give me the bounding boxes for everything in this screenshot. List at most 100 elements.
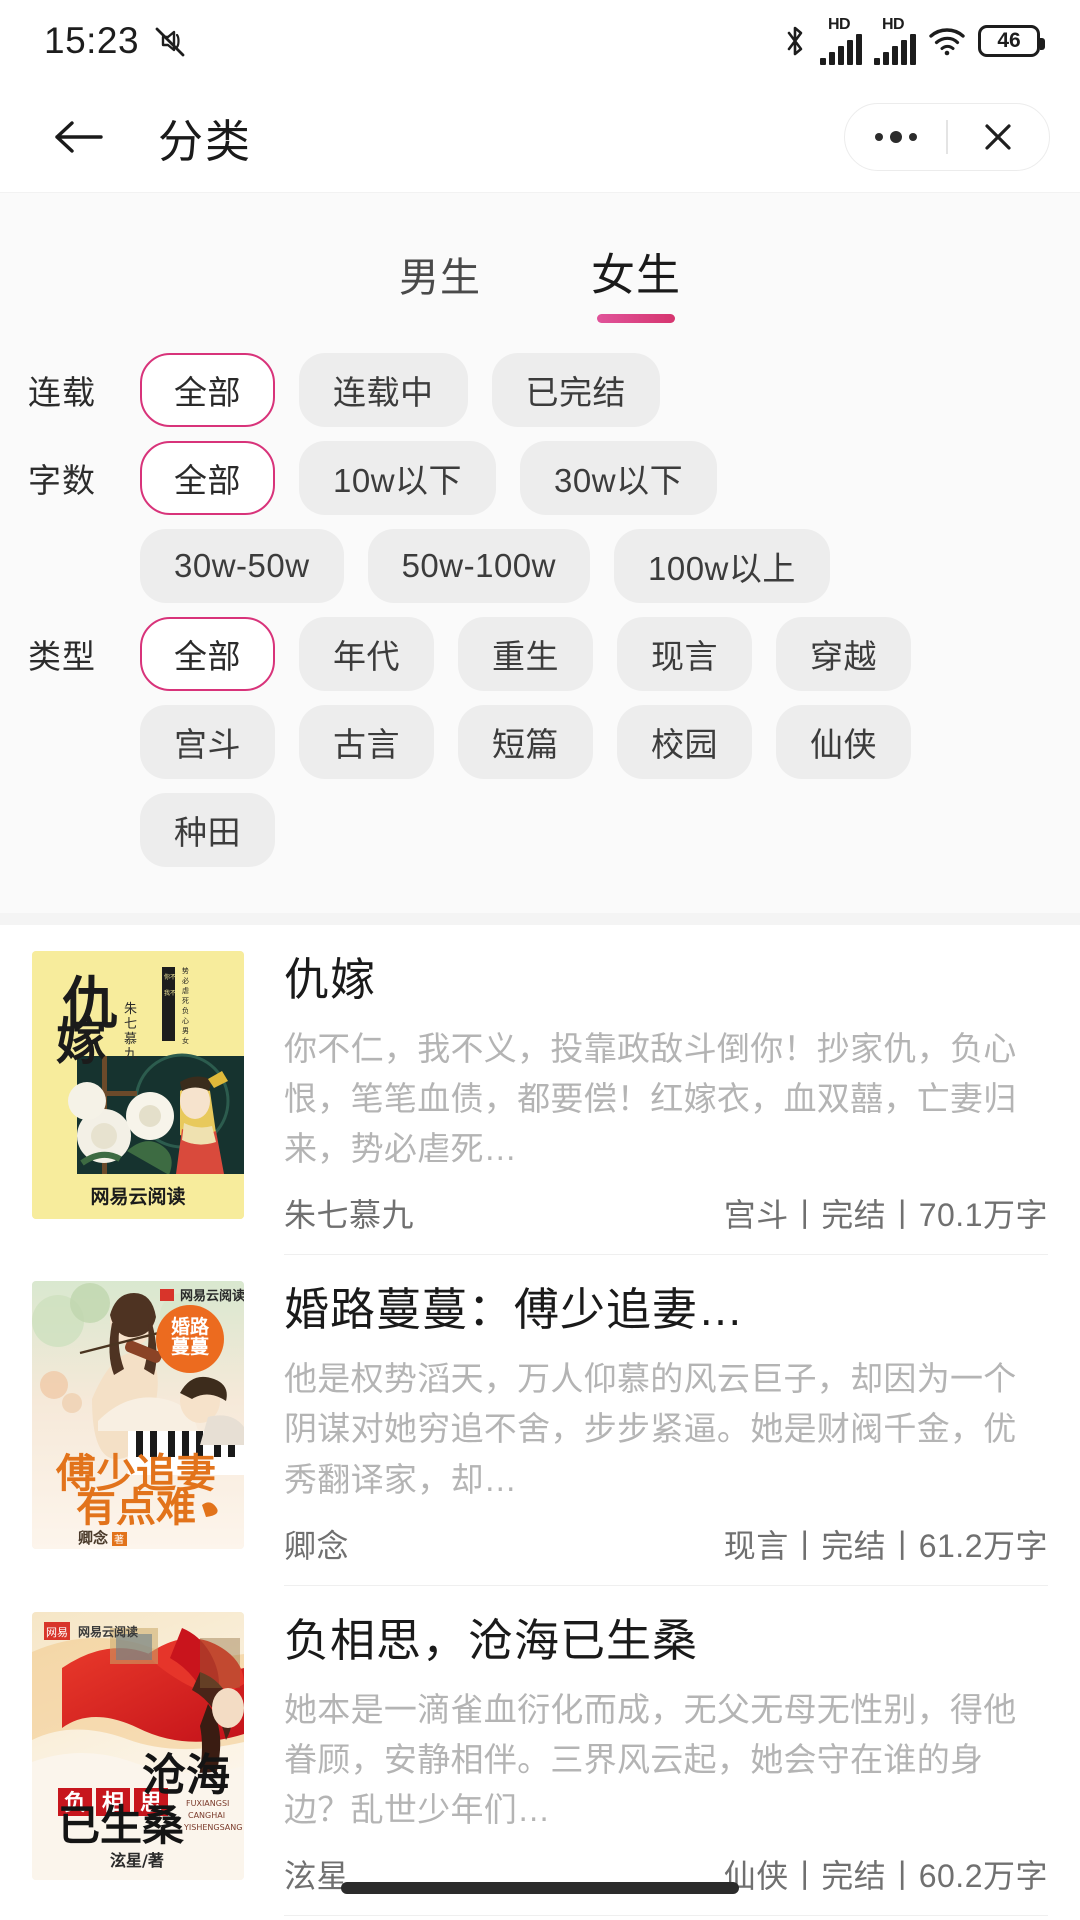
tab-male[interactable]: 男生 [399,245,481,323]
book-info: 负相思，沧海已生桑 她本是一滴雀血衍化而成，无父无母无性别，得他眷顾，安静相伴。… [284,1612,1048,1917]
svg-text:七: 七 [124,1017,137,1032]
status-clock: 15:23 [44,20,140,61]
cover-art-2: 婚路 蔓蔓 网易云阅读 傅少追妻 有点难 卿念 著 [32,1281,244,1550]
filter-chips-wordcount-1: 全部 10w以下 30w以下 [140,441,718,515]
svg-text:女: 女 [182,1036,189,1045]
battery-icon: 46 [978,25,1045,57]
book-description: 你不仁，我不义，投靠政敌斗倒你！抄家仇，负心恨，笔笔血债，都要偿！红嫁衣，血双囍… [284,1029,1017,1168]
svg-text:网易云阅读: 网易云阅读 [90,1185,185,1208]
chip-genre-zhongtian[interactable]: 种田 [140,793,275,867]
book-description: 她本是一滴雀血衍化而成，无父无母无性别，得他眷顾，安静相伴。三界风云起，她会守在… [284,1690,1017,1828]
chip-genre-niandai[interactable]: 年代 [299,617,434,691]
svg-text:网易云阅读: 网易云阅读 [78,1624,138,1639]
wifi-icon [928,26,966,56]
svg-text:有点难: 有点难 [76,1485,196,1531]
status-bar-right: HD HD 46 [782,16,1045,65]
book-description: 他是权势滔天，万人仰慕的风云巨子，却因为一个阴谋对她穷追不舍，步步紧逼。她是财阀… [284,1360,1017,1498]
book-list-item[interactable]: 仇 嫁 朱七慕九 你不仁 我不义 势必虐死负心男女 网易云阅读 仇嫁 你不仁，我不… [0,925,1080,1256]
svg-text:卿念: 卿念 [78,1529,108,1547]
book-tags: 宫斗丨完结丨70.1万字 [723,1197,1048,1234]
gender-tabs: 男生 女生 [0,193,1080,339]
chip-genre-chuanyue[interactable]: 穿越 [776,617,911,691]
status-bar-left: 15:23 [44,20,187,62]
book-cover-fuxiangsi: 网易 网易云阅读 负 相 思 沧海 已生桑 FUXIANGSI CANGHAI … [32,1611,244,1880]
cover-art-1: 仇 嫁 朱七慕九 你不仁我不义 势必虐死负心男女 网易云阅读 [32,951,244,1219]
chip-wordcount-under10w[interactable]: 10w以下 [299,441,497,515]
book-author: 卿念 [284,1527,350,1564]
svg-text:男: 男 [182,1027,189,1035]
chip-genre-gongdou[interactable]: 宫斗 [140,705,275,779]
book-title: 婚路蔓蔓：傅少追妻… [284,1284,745,1336]
book-title: 仇嫁 [284,954,377,1005]
cover-art-3: 网易 网易云阅读 负 相 思 沧海 已生桑 FUXIANGSI CANGHAI … [32,1611,244,1880]
filter-row-genre-2: 宫斗 古言 短篇 校园 仙侠 [0,705,1080,779]
chip-serialization-all[interactable]: 全部 [140,353,275,427]
bluetooth-icon [782,24,808,58]
chip-wordcount-all[interactable]: 全部 [140,441,275,515]
filter-label-wordcount: 字数 [28,462,96,499]
home-indicator [341,1882,739,1894]
back-button[interactable] [46,105,110,169]
svg-text:沧海: 沧海 [142,1750,230,1801]
filter-chips-genre-2: 宫斗 古言 短篇 校园 仙侠 [140,705,911,779]
filter-chips-genre-1: 全部 年代 重生 现言 穿越 [140,617,911,691]
chip-serialization-ongoing[interactable]: 连载中 [299,353,468,427]
more-dots-icon [874,131,917,143]
battery-level: 46 [997,29,1021,52]
chip-genre-guyan[interactable]: 古言 [299,705,434,779]
svg-text:YISHENGSANG: YISHENGSANG [183,1823,242,1832]
svg-text:慕: 慕 [124,1032,137,1047]
chip-genre-xianyan[interactable]: 现言 [617,617,752,691]
book-list-item[interactable]: 婚路 蔓蔓 网易云阅读 傅少追妻 有点难 卿念 著 婚路蔓蔓：傅少追妻… 他是权… [0,1255,1080,1586]
filter-chips-serialization: 全部 连载中 已完结 [140,353,660,427]
book-meta: 朱七慕九 宫斗丨完结丨70.1万字 [284,1190,1048,1236]
filter-label-serialization: 连载 [28,374,96,411]
chip-wordcount-50w-100w[interactable]: 50w-100w [367,529,590,603]
svg-text:著: 著 [114,1533,124,1546]
chip-genre-chongsheng[interactable]: 重生 [458,617,593,691]
filter-chips-genre-3: 种田 [140,793,275,867]
svg-text:死: 死 [182,997,189,1005]
arrow-left-icon [55,121,103,153]
svg-text:负: 负 [182,1006,189,1015]
app-header: 分类 [0,82,1080,192]
chip-wordcount-30w-50w[interactable]: 30w-50w [140,529,344,603]
svg-text:网易: 网易 [46,1626,68,1639]
more-button[interactable] [845,104,946,170]
book-list-item[interactable]: 网易 网易云阅读 负 相 思 沧海 已生桑 FUXIANGSI CANGHAI … [0,1586,1080,1917]
section-divider [0,913,1080,925]
svg-text:心: 心 [182,1017,189,1025]
svg-text:嫁: 嫁 [56,1013,106,1071]
filter-row-genre: 类型 全部 年代 重生 现言 穿越 [0,617,1080,691]
book-info: 仇嫁 你不仁，我不义，投靠政敌斗倒你！抄家仇，负心恨，笔笔血债，都要偿！红嫁衣，… [284,951,1048,1256]
book-title: 负相思，沧海已生桑 [284,1614,699,1666]
mute-icon [151,23,187,59]
book-tags: 现言丨完结丨61.2万字 [723,1527,1048,1564]
signal-hd-2-icon: HD [874,16,916,65]
book-info: 婚路蔓蔓：傅少追妻… 他是权势滔天，万人仰慕的风云巨子，却因为一个阴谋对她穷追不… [284,1281,1048,1586]
book-author: 泫星 [284,1858,350,1895]
page-title: 分类 [158,115,253,167]
chip-wordcount-over100w[interactable]: 100w以上 [614,529,830,603]
tab-male-label: 男生 [399,256,481,300]
chip-serialization-finished[interactable]: 已完结 [491,353,660,427]
svg-text:虐: 虐 [182,986,189,995]
chip-genre-xiaoyuan[interactable]: 校园 [617,705,752,779]
filter-row-serialization: 连载 全部 连载中 已完结 [0,353,1080,427]
tab-female[interactable]: 女生 [591,239,681,323]
svg-text:已生桑: 已生桑 [58,1801,184,1850]
book-cover-choujia: 仇 嫁 朱七慕九 你不仁 我不义 势必虐死负心男女 网易云阅读 [32,951,244,1219]
book-tags: 仙侠丨完结丨60.2万字 [723,1858,1048,1895]
chip-genre-duanpian[interactable]: 短篇 [458,705,593,779]
svg-text:我不义: 我不义 [164,989,182,997]
chip-genre-all[interactable]: 全部 [140,617,275,691]
close-button[interactable] [948,104,1049,170]
filter-panel: 男生 女生 连载 全部 连载中 已完结 字数 全部 10w以下 30w以下 30… [0,192,1080,913]
filter-label-genre: 类型 [28,638,96,675]
signal-hd-1-icon: HD [820,16,862,65]
chip-wordcount-under30w[interactable]: 30w以下 [520,441,718,515]
filter-row-wordcount-2: 30w-50w 50w-100w 100w以上 [0,529,1080,603]
chip-genre-xianxia[interactable]: 仙侠 [776,705,911,779]
svg-text:朱: 朱 [124,1002,137,1017]
svg-text:FUXIANGSI: FUXIANGSI [186,1799,229,1808]
